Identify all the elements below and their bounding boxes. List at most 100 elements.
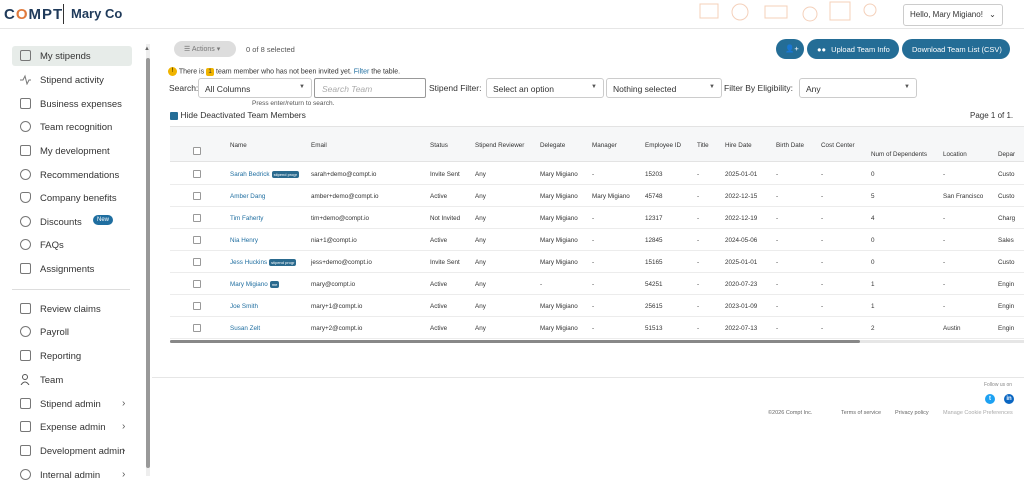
eligibility-select[interactable]: Any ▼	[799, 78, 917, 98]
user-menu-button[interactable]: Hello, Mary Migiano! ⌄	[903, 4, 1003, 26]
scroll-up-arrow-icon[interactable]: ▲	[144, 46, 150, 52]
stipend-multi-select[interactable]: Nothing selected ▼	[606, 78, 722, 98]
col-delegate[interactable]: Delegate	[540, 142, 565, 149]
sidebar-item-faqs[interactable]: FAQs	[12, 235, 132, 255]
col-location[interactable]: Location	[943, 151, 967, 158]
download-team-list-button[interactable]: Download Team List (CSV)	[902, 39, 1010, 59]
cookie-preferences-link[interactable]: Manage Cookie Preferences	[943, 410, 1013, 416]
select-all-checkbox[interactable]	[193, 147, 201, 155]
cell-birth-date: -	[776, 171, 779, 178]
row-checkbox[interactable]	[193, 192, 201, 200]
upload-team-info-button[interactable]: ●● Upload Team Info	[807, 39, 899, 59]
search-hint: Press enter/return to search.	[252, 100, 335, 107]
actions-dropdown[interactable]: ☰ Actions ▾	[174, 41, 236, 57]
search-input[interactable]: Search Team	[314, 78, 426, 98]
twitter-icon[interactable]: t	[985, 394, 995, 404]
col-birth-date[interactable]: Birth Date	[776, 142, 804, 149]
sidebar-item-discounts[interactable]: Discounts New	[12, 212, 132, 232]
stipend-filter-select[interactable]: Select an option ▼	[486, 78, 604, 98]
notice-count: 1	[206, 67, 215, 76]
row-checkbox[interactable]	[193, 236, 201, 244]
cell-hire-date: 2022-12-19	[725, 215, 758, 222]
row-checkbox[interactable]	[193, 324, 201, 332]
shield-icon	[20, 192, 31, 203]
sidebar-item-reporting[interactable]: Reporting	[12, 346, 132, 366]
privacy-link[interactable]: Privacy policy	[895, 410, 929, 416]
col-num-dependents[interactable]: Num of Dependents	[871, 151, 927, 158]
col-manager[interactable]: Manager	[592, 142, 617, 149]
follow-us-label: Follow us on	[984, 382, 1013, 388]
caret-down-icon: ▼	[299, 84, 305, 90]
cell-name[interactable]: Nia Henry	[230, 237, 258, 244]
col-department[interactable]: Depar	[998, 151, 1015, 158]
sidebar-item-my-development[interactable]: My development	[12, 141, 132, 161]
cell-department: Charg	[998, 215, 1016, 222]
sidebar-item-stipend-admin[interactable]: Stipend admin ›	[12, 394, 132, 414]
row-checkbox[interactable]	[193, 214, 201, 222]
cell-dependents: 2	[871, 325, 875, 332]
row-checkbox[interactable]	[193, 258, 201, 266]
table-row[interactable]: Tim Faherty tim+demo@compt.io Not Invite…	[170, 207, 1024, 229]
sidebar-item-team-recognition[interactable]: Team recognition	[12, 117, 132, 137]
cell-name[interactable]: Mary Migiano me	[230, 281, 280, 288]
col-status[interactable]: Status	[430, 142, 448, 149]
sidebar-item-assignments[interactable]: Assignments	[12, 259, 132, 279]
col-title[interactable]: Title	[697, 142, 709, 149]
sidebar-scrollbar-thumb[interactable]	[146, 58, 150, 468]
cell-name[interactable]: Tim Faherty	[230, 215, 263, 222]
cell-name[interactable]: Susan Zelt	[230, 325, 260, 332]
sidebar-item-my-stipends[interactable]: My stipends	[12, 46, 132, 66]
table-row[interactable]: Jess Huckins stipend progr jess+demo@comp…	[170, 251, 1024, 273]
linkedin-icon[interactable]: in	[1004, 394, 1014, 404]
sidebar-item-internal-admin[interactable]: Internal admin ›	[12, 465, 132, 485]
row-checkbox[interactable]	[193, 170, 201, 178]
checkbox-checked[interactable]	[170, 111, 178, 120]
cell-manager: -	[592, 259, 595, 266]
hide-deactivated-toggle[interactable]: Hide Deactivated Team Members	[170, 110, 306, 120]
table-row[interactable]: Sarah Bedrick stipend progr sarah+demo@co…	[170, 163, 1024, 185]
sidebar-item-team[interactable]: Team	[12, 370, 132, 390]
sidebar-item-review-claims[interactable]: Review claims	[12, 299, 132, 319]
sidebar-item-recommendations[interactable]: Recommendations	[12, 165, 132, 185]
cell-name[interactable]: Amber Dang	[230, 193, 265, 200]
cell-status: Active	[430, 303, 448, 310]
stipend-program-tag: stipend progr	[271, 171, 299, 178]
col-hire-date[interactable]: Hire Date	[725, 142, 752, 149]
col-email[interactable]: Email	[311, 142, 327, 149]
table-row[interactable]: Amber Dang amber+demo@compt.io Active An…	[170, 185, 1024, 207]
add-user-button[interactable]: 👤+	[776, 39, 804, 59]
col-stipend-reviewer[interactable]: Stipend Reviewer	[475, 142, 524, 149]
sidebar-item-label: Team recognition	[40, 122, 113, 133]
table-row[interactable]: Joe Smith mary+1@compt.io Active Any Mar…	[170, 295, 1024, 317]
cell-dependents: 1	[871, 281, 875, 288]
sidebar-item-expense-admin[interactable]: Expense admin ›	[12, 417, 132, 437]
sidebar-divider	[12, 289, 130, 290]
cell-manager: -	[592, 281, 595, 288]
sidebar-item-development-admin[interactable]: Development admin ›	[12, 441, 132, 461]
col-name[interactable]: Name	[230, 142, 247, 149]
cell-name[interactable]: Joe Smith	[230, 303, 258, 310]
sidebar-item-business-expenses[interactable]: Business expenses	[12, 94, 132, 114]
cell-birth-date: -	[776, 325, 779, 332]
table-row[interactable]: Nia Henry nia+1@compt.io Active Any Mary…	[170, 229, 1024, 251]
cell-delegate: Mary Migiano	[540, 303, 578, 310]
filter-link[interactable]: Filter	[354, 68, 370, 75]
sidebar-item-payroll[interactable]: Payroll	[12, 322, 132, 342]
cell-name[interactable]: Jess Huckins stipend progr	[230, 259, 297, 266]
sidebar-item-company-benefits[interactable]: Company benefits	[12, 188, 132, 208]
compt-logo[interactable]: COMPT	[4, 6, 63, 23]
download-label: Download Team List (CSV)	[912, 45, 1002, 54]
cell-cost-center: -	[821, 215, 824, 222]
search-column-select[interactable]: All Columns ▼	[198, 78, 312, 98]
cell-name[interactable]: Sarah Bedrick stipend progr	[230, 171, 299, 178]
row-checkbox[interactable]	[193, 302, 201, 310]
terms-link[interactable]: Terms of service	[841, 410, 881, 416]
col-cost-center[interactable]: Cost Center	[821, 142, 855, 149]
table-row[interactable]: Susan Zelt mary+2@compt.io Active Any Ma…	[170, 317, 1024, 339]
sidebar-item-stipend-activity[interactable]: Stipend activity	[12, 70, 132, 90]
col-employee-id[interactable]: Employee ID	[645, 142, 681, 149]
cell-employee-id: 51513	[645, 325, 663, 332]
table-horizontal-scrollbar-thumb[interactable]	[170, 340, 860, 343]
table-row[interactable]: Mary Migiano me mary@compt.io Active Any …	[170, 273, 1024, 295]
row-checkbox[interactable]	[193, 280, 201, 288]
